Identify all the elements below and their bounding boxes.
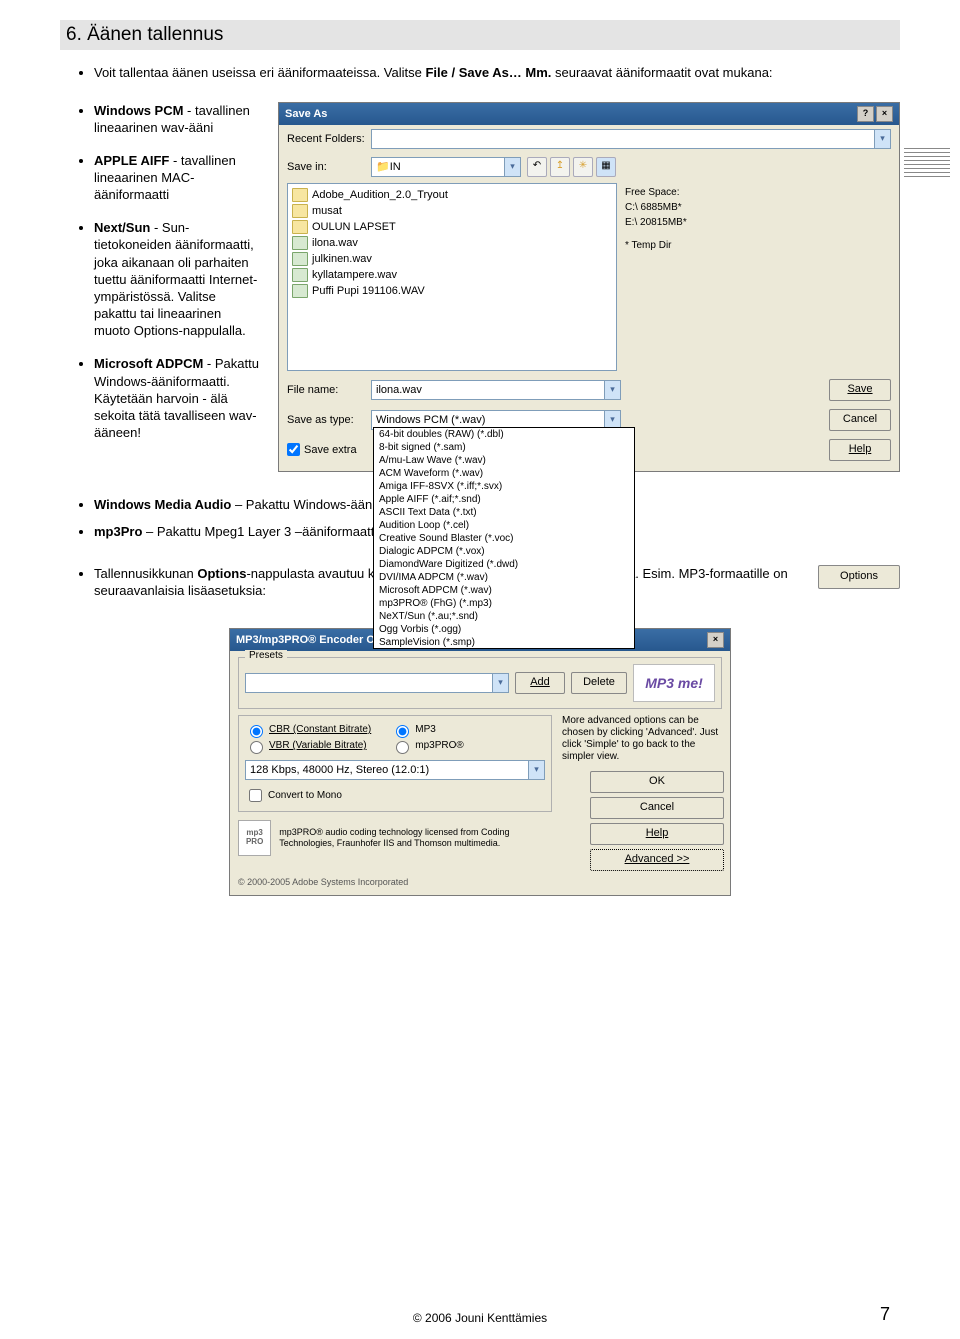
dropdown-option[interactable]: Microsoft ADPCM (*.wav) xyxy=(374,584,634,597)
mp3-logo: MP3 me! xyxy=(633,664,715,702)
format-pcm: Windows PCM - tavallinen lineaarinen wav… xyxy=(94,102,260,136)
vbr-radio[interactable] xyxy=(250,741,263,754)
list-item[interactable]: kyllatampere.wav xyxy=(292,267,612,283)
presets-label: Presets xyxy=(245,650,287,661)
format-adpcm: Microsoft ADPCM - Pakattu Windows-äänifo… xyxy=(94,355,260,441)
advanced-button[interactable]: Advanced >> xyxy=(590,849,724,871)
free-space-panel: Free Space: C:\ 6885MB* E:\ 20815MB* * T… xyxy=(625,183,891,371)
dropdown-option[interactable]: mp3PRO® (FhG) (*.mp3) xyxy=(374,597,634,610)
views-icon[interactable]: ▦ xyxy=(596,157,616,177)
save-as-dialog: Save As ? × Recent Folders: ▾ Save in: 📁… xyxy=(278,102,900,472)
dropdown-option[interactable]: SampleVision (*.smp) xyxy=(374,636,634,649)
dialog-titlebar: Save As ? × xyxy=(279,103,899,125)
ok-button[interactable]: OK xyxy=(590,771,724,793)
list-item[interactable]: julkinen.wav xyxy=(292,251,612,267)
chevron-down-icon[interactable]: ▾ xyxy=(604,381,620,399)
dropdown-option[interactable]: DiamondWare Digitized (*.dwd) xyxy=(374,558,634,571)
help-icon[interactable]: ? xyxy=(857,106,874,122)
wave-icon xyxy=(292,268,308,282)
file-list[interactable]: Adobe_Audition_2.0_TryoutmusatOULUN LAPS… xyxy=(287,183,617,371)
save-in-combo[interactable]: 📁 IN▾ xyxy=(371,157,521,177)
wave-icon xyxy=(292,236,308,250)
chevron-down-icon[interactable]: ▾ xyxy=(492,674,508,692)
dropdown-option[interactable]: Apple AIFF (*.aif;*.snd) xyxy=(374,493,634,506)
dropdown-option[interactable]: A/mu-Law Wave (*.wav) xyxy=(374,454,634,467)
bitrate-combo[interactable]: 128 Kbps, 48000 Hz, Stereo (12.0:1)▾ xyxy=(245,760,545,780)
dropdown-option[interactable]: ASCII Text Data (*.txt) xyxy=(374,506,634,519)
file-name-label: File name: xyxy=(287,384,365,396)
dropdown-option[interactable]: NeXT/Sun (*.au;*.snd) xyxy=(374,610,634,623)
file-type-dropdown-list[interactable]: 64-bit doubles (RAW) (*.dbl)8-bit signed… xyxy=(373,427,635,649)
presets-combo[interactable]: ▾ xyxy=(245,673,509,693)
dropdown-option[interactable]: Dialogic ADPCM (*.vox) xyxy=(374,545,634,558)
section-heading: 6. Äänen tallennus xyxy=(60,20,900,50)
dropdown-option[interactable]: Audition Loop (*.cel) xyxy=(374,519,634,532)
page-footer: © 2006 Jouni Kenttämies xyxy=(413,1311,547,1325)
chevron-down-icon[interactable]: ▾ xyxy=(874,130,890,148)
list-item[interactable]: OULUN LAPSET xyxy=(292,219,612,235)
dropdown-option[interactable]: 64-bit doubles (RAW) (*.dbl) xyxy=(374,428,634,441)
mp3-options-dialog: MP3/mp3PRO® Encoder Options × Presets ▾ … xyxy=(229,628,731,896)
options-button[interactable]: Options xyxy=(818,565,900,589)
chevron-down-icon[interactable]: ▾ xyxy=(528,761,544,779)
save-extra-checkbox[interactable] xyxy=(287,443,300,456)
cancel-button[interactable]: Cancel xyxy=(829,409,891,431)
delete-button[interactable]: Delete xyxy=(571,672,627,694)
cbr-radio[interactable] xyxy=(250,725,263,738)
copyright-text: © 2000-2005 Adobe Systems Incorporated xyxy=(238,871,722,887)
license-text: mp3PRO® audio coding technology licensed… xyxy=(279,827,552,849)
format-aiff: APPLE AIFF - tavallinen lineaarinen MAC-… xyxy=(94,152,260,203)
recent-folders-combo[interactable]: ▾ xyxy=(371,129,891,149)
help-button[interactable]: Help xyxy=(590,823,724,845)
help-button[interactable]: Help xyxy=(829,439,891,461)
list-item[interactable]: Puffi Pupi 191106.WAV xyxy=(292,283,612,299)
save-extra-label: Save extra xyxy=(304,444,357,456)
list-item[interactable]: musat xyxy=(292,203,612,219)
dropdown-option[interactable]: DVI/IMA ADPCM (*.wav) xyxy=(374,571,634,584)
up-icon[interactable]: ↥ xyxy=(550,157,570,177)
wave-icon xyxy=(292,252,308,266)
close-icon[interactable]: × xyxy=(876,106,893,122)
cancel-button[interactable]: Cancel xyxy=(590,797,724,819)
convert-mono-checkbox[interactable] xyxy=(249,789,262,802)
folder-icon xyxy=(292,204,308,218)
chevron-down-icon[interactable]: ▾ xyxy=(504,158,520,176)
folder-icon xyxy=(292,220,308,234)
dropdown-option[interactable]: Amiga IFF-8SVX (*.iff;*.svx) xyxy=(374,480,634,493)
save-in-label: Save in: xyxy=(287,161,365,173)
mp3pro-logo: mp3 PRO xyxy=(238,820,271,856)
decorative-lines xyxy=(904,148,950,180)
intro-bullet: Voit tallentaa äänen useissa eri äänifor… xyxy=(94,64,900,82)
back-icon[interactable]: ↶ xyxy=(527,157,547,177)
dropdown-option[interactable]: Creative Sound Blaster (*.voc) xyxy=(374,532,634,545)
dropdown-option[interactable]: Ogg Vorbis (*.ogg) xyxy=(374,623,634,636)
wave-icon xyxy=(292,284,308,298)
close-icon[interactable]: × xyxy=(707,632,724,648)
list-item[interactable]: ilona.wav xyxy=(292,235,612,251)
recent-folders-label: Recent Folders: xyxy=(287,133,365,145)
format-nextsun: Next/Sun - Sun-tietokoneiden ääniformaat… xyxy=(94,219,260,339)
dropdown-option[interactable]: ACM Waveform (*.wav) xyxy=(374,467,634,480)
add-button[interactable]: Add xyxy=(515,672,565,694)
list-item[interactable]: Adobe_Audition_2.0_Tryout xyxy=(292,187,612,203)
save-as-type-label: Save as type: xyxy=(287,414,365,426)
save-button[interactable]: Save xyxy=(829,379,891,401)
dialog-title: Save As xyxy=(285,108,327,120)
advanced-hint: More advanced options can be chosen by c… xyxy=(562,715,722,763)
dropdown-option[interactable]: 8-bit signed (*.sam) xyxy=(374,441,634,454)
folder-icon xyxy=(292,188,308,202)
new-folder-icon[interactable]: ✳ xyxy=(573,157,593,177)
mp3pro-radio[interactable] xyxy=(396,741,409,754)
file-name-input[interactable]: ilona.wav▾ xyxy=(371,380,621,400)
page-number: 7 xyxy=(880,1304,890,1325)
mp3-radio[interactable] xyxy=(396,725,409,738)
